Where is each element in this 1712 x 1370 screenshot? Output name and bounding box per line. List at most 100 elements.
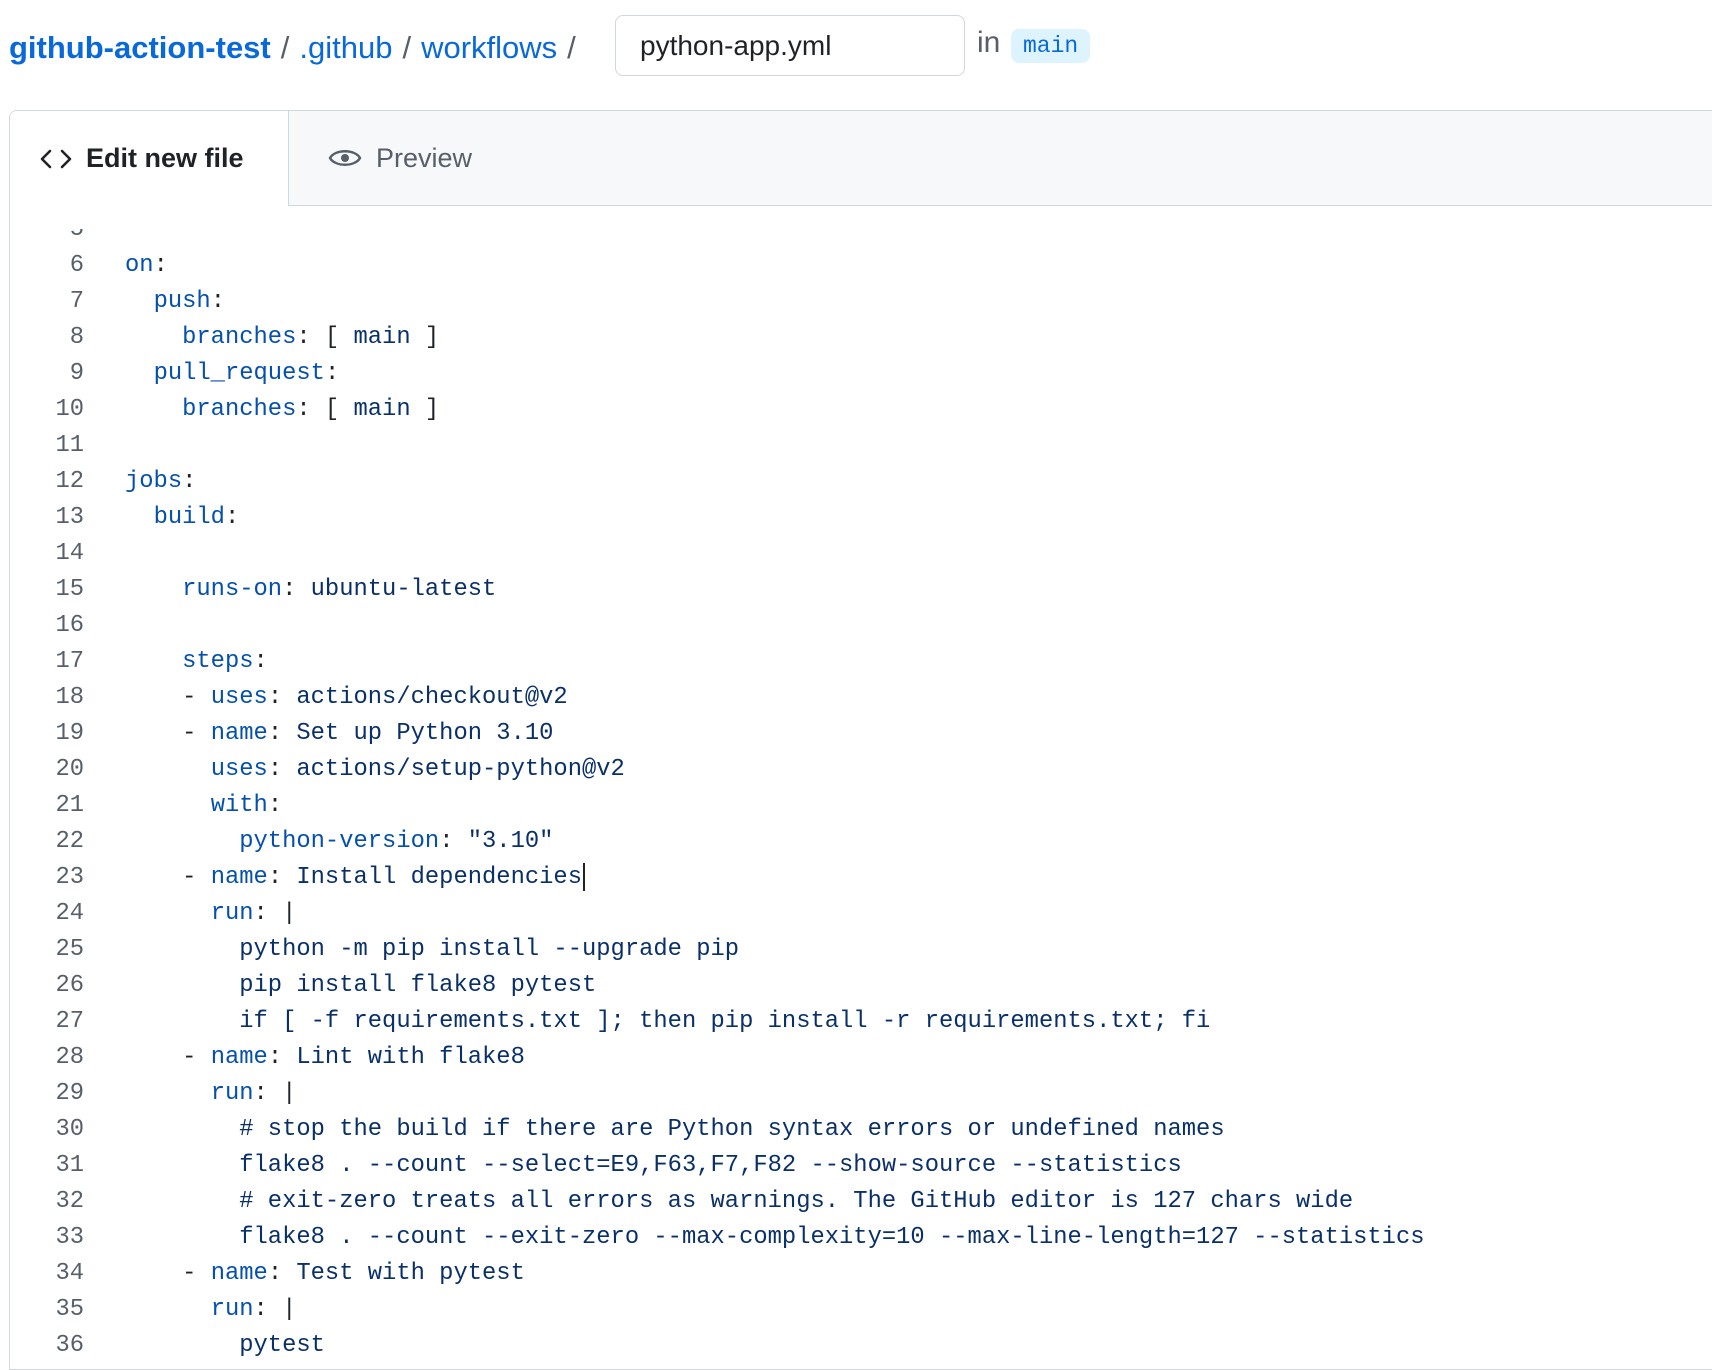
- filename-input[interactable]: [615, 15, 965, 76]
- yaml-punctuation: [125, 324, 182, 351]
- tab-edit-new-file[interactable]: Edit new file: [10, 111, 289, 206]
- line-number: 22: [55, 828, 84, 855]
- yaml-punctuation: [125, 648, 182, 675]
- yaml-punctuation: :: [267, 1044, 297, 1071]
- line-text: # stop the build if there are Python syn…: [125, 1112, 1225, 1148]
- line-text: jobs:: [125, 464, 196, 500]
- line-number: 6: [69, 252, 84, 279]
- tab-preview-label: Preview: [376, 142, 473, 173]
- yaml-key: branches: [182, 324, 297, 351]
- yaml-value: ubuntu-latest: [310, 576, 497, 603]
- line-number: 18: [55, 684, 84, 711]
- line-number: 13: [55, 504, 84, 531]
- line-number: 29: [55, 1080, 84, 1107]
- line-text: python-version: "3.10": [125, 824, 553, 860]
- line-number: 14: [55, 540, 84, 567]
- yaml-punctuation: -: [125, 684, 211, 711]
- line-number: 31: [55, 1152, 84, 1179]
- yaml-key: name: [210, 1260, 268, 1287]
- branch-prefix: in: [977, 26, 1001, 59]
- yaml-punctuation: [125, 900, 211, 927]
- breadcrumb-workflows-link[interactable]: workflows: [421, 30, 557, 66]
- line-number: 9: [69, 360, 84, 387]
- breadcrumb: github-action-test / .github / workflows…: [9, 18, 586, 78]
- line-text: uses: actions/setup-python@v2: [125, 752, 625, 788]
- line-text: on:: [125, 248, 168, 284]
- line-text: runs-on: ubuntu-latest: [125, 572, 496, 608]
- breadcrumb-github-dir-link[interactable]: .github: [299, 30, 392, 66]
- yaml-value: Test with pytest: [296, 1260, 525, 1287]
- yaml-key: uses: [210, 684, 268, 711]
- line-text: branches: [ main ]: [125, 320, 439, 356]
- yaml-value: "3.10": [467, 828, 554, 855]
- eye-icon: [328, 150, 362, 166]
- line-number: 33: [55, 1224, 84, 1251]
- yaml-comment: # exit-zero treats all errors as warning…: [239, 1188, 1354, 1215]
- yaml-punctuation: [125, 828, 239, 855]
- yaml-value: actions/setup-python@v2: [296, 756, 625, 783]
- yaml-punctuation: -: [125, 1044, 211, 1071]
- yaml-punctuation: :: [267, 720, 297, 747]
- breadcrumb-separator: /: [280, 30, 290, 65]
- yaml-key: push: [153, 288, 211, 315]
- yaml-punctuation: : [: [296, 324, 354, 351]
- line-text: - uses: actions/checkout@v2: [125, 680, 568, 716]
- line-number: 16: [55, 612, 84, 639]
- line-text: with:: [125, 788, 282, 824]
- yaml-punctuation: [125, 972, 239, 999]
- yaml-comment: # stop the build if there are Python syn…: [239, 1116, 1225, 1143]
- yaml-key: name: [210, 1044, 268, 1071]
- tab-preview[interactable]: Preview: [288, 111, 472, 205]
- yaml-punctuation: [125, 576, 182, 603]
- line-number: 35: [55, 1296, 84, 1323]
- line-number: 19: [55, 720, 84, 747]
- yaml-punctuation: ]: [410, 396, 440, 423]
- yaml-punctuation: [125, 1008, 239, 1035]
- yaml-punctuation: :: [224, 504, 240, 531]
- line-number: 8: [69, 324, 84, 351]
- line-number: 21: [55, 792, 84, 819]
- editor-panel: Edit new file Preview 5 6 on: 7 push: 8 bran…: [9, 110, 1712, 1370]
- yaml-value: Set up Python 3.10: [296, 720, 554, 747]
- yaml-punctuation: :: [153, 252, 168, 279]
- line-text: python -m pip install --upgrade pip: [125, 932, 739, 968]
- line-number: 30: [55, 1116, 84, 1143]
- yaml-punctuation: [125, 1296, 211, 1323]
- line-text: push:: [125, 284, 225, 320]
- yaml-key: python-version: [239, 828, 440, 855]
- line-text: pytest: [125, 1328, 325, 1364]
- branch-badge[interactable]: main: [1011, 29, 1091, 63]
- yaml-key: run: [210, 900, 254, 927]
- line-number: 5: [69, 229, 84, 243]
- yaml-value: flake8 . --count --exit-zero --max-compl…: [239, 1224, 1425, 1251]
- yaml-key: on: [125, 252, 154, 279]
- yaml-value: main: [353, 396, 411, 423]
- yaml-key: name: [210, 864, 268, 891]
- breadcrumb-separator: /: [402, 30, 412, 65]
- yaml-punctuation: : |: [253, 1296, 297, 1323]
- line-number: 15: [55, 576, 84, 603]
- breadcrumb-repo-link[interactable]: github-action-test: [9, 30, 271, 66]
- line-number: 34: [55, 1260, 84, 1287]
- yaml-punctuation: [125, 360, 154, 387]
- line-text: flake8 . --count --select=E9,F63,F7,F82 …: [125, 1148, 1182, 1184]
- line-text: # exit-zero treats all errors as warning…: [125, 1184, 1353, 1220]
- code-editor[interactable]: 5 6 on: 7 push: 8 branches: [ main ] 9 pull_r…: [10, 229, 1712, 1369]
- yaml-punctuation: :: [267, 792, 283, 819]
- line-number: 12: [55, 468, 84, 495]
- yaml-value: flake8 . --count --select=E9,F63,F7,F82 …: [239, 1152, 1182, 1179]
- line-text: steps:: [125, 644, 268, 680]
- yaml-punctuation: :: [253, 648, 268, 675]
- line-text: run: |: [125, 1076, 297, 1112]
- yaml-punctuation: :: [439, 828, 468, 855]
- line-text: if [ -f requirements.txt ]; then pip ins…: [125, 1004, 1210, 1040]
- breadcrumb-separator: /: [567, 30, 576, 65]
- yaml-key: run: [210, 1296, 254, 1323]
- line-text: run: |: [125, 896, 297, 932]
- yaml-punctuation: [125, 504, 154, 531]
- yaml-value: pytest: [239, 1332, 325, 1359]
- yaml-value: if [ -f requirements.txt ]; then pip ins…: [239, 1008, 1211, 1035]
- yaml-punctuation: [125, 792, 211, 819]
- line-number: 36: [55, 1332, 84, 1359]
- line-number: 24: [55, 900, 84, 927]
